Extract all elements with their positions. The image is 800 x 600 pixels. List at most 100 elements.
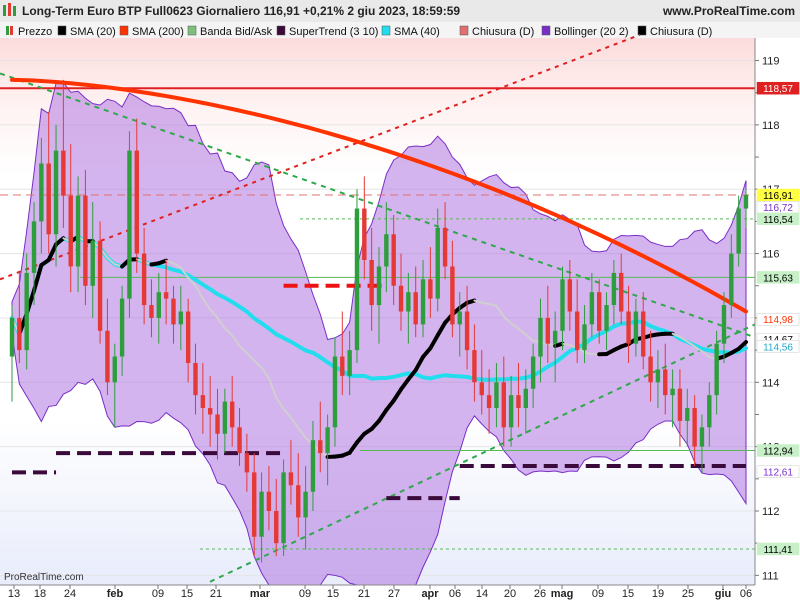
- candle: [127, 131, 132, 318]
- sma-20-segment: [156, 258, 169, 266]
- x-tick-label: apr: [421, 588, 439, 600]
- candle-body: [31, 221, 37, 273]
- candle-body: [163, 292, 169, 299]
- candle-body: [530, 356, 536, 389]
- candle-body: [663, 369, 668, 396]
- price-tag-label: 118,57: [763, 84, 793, 95]
- legend-label: SuperTrend (3 10): [289, 26, 378, 38]
- candle-body: [156, 292, 162, 318]
- band-icon: [187, 25, 197, 36]
- candle-body: [472, 350, 477, 383]
- candle-body: [508, 395, 514, 428]
- candle-body: [670, 388, 675, 396]
- line-icon: [381, 25, 391, 36]
- legend: Prezzo SMA (20) SMA (200) Banda Bid/Ask Supe…: [6, 25, 712, 38]
- x-tick-label: 26: [534, 588, 546, 600]
- candle-body: [24, 272, 29, 351]
- candle-body: [589, 292, 595, 325]
- legend-item: Banda Bid/Ask: [187, 25, 273, 38]
- price-tag: 114,98: [756, 312, 800, 326]
- price-tag: 118,57: [756, 81, 800, 95]
- legend-label: Chiusura (D): [650, 26, 712, 38]
- candle-body: [736, 208, 741, 254]
- legend-label: Bollinger (20 2): [554, 26, 629, 38]
- y-tick-label: 119: [762, 56, 780, 68]
- candle-body: [259, 491, 264, 537]
- legend-item: Chiusura (D): [637, 25, 712, 38]
- candle-body: [369, 260, 374, 306]
- candle-body: [633, 311, 639, 344]
- price-tag: 116,91: [756, 188, 800, 202]
- price-tag-label: 116,91: [763, 191, 793, 202]
- candle-body: [516, 395, 521, 409]
- sma-20-segment: [465, 298, 477, 305]
- x-tick-label: 06: [740, 588, 752, 600]
- candle-body: [61, 150, 66, 196]
- price-tag-label: 115,63: [763, 273, 793, 284]
- y-tick-label: 118: [762, 120, 780, 132]
- candle-body: [347, 350, 352, 376]
- x-tick-label: 18: [34, 588, 46, 600]
- line-icon: [57, 25, 67, 36]
- candle-body: [310, 440, 316, 492]
- legend-item: SuperTrend (3 10): [276, 25, 378, 38]
- chart-canvas[interactable]: Long-Term Euro BTP Full0623 Giornaliero …: [0, 0, 800, 600]
- candle-body: [83, 195, 88, 286]
- candle-body: [655, 369, 661, 383]
- candle-body: [641, 311, 646, 357]
- candle-body: [134, 150, 139, 254]
- candle-body: [200, 395, 206, 409]
- candle-body: [743, 195, 749, 209]
- price-tag: 116,54: [756, 212, 800, 226]
- candle-icon: [6, 26, 9, 35]
- candle-body: [215, 414, 220, 434]
- candle-body: [494, 382, 499, 409]
- candle-body: [68, 195, 73, 267]
- candle-body: [193, 362, 198, 396]
- y-tick-label: 111: [762, 570, 779, 582]
- candle-body: [274, 510, 279, 544]
- candle-body: [619, 272, 624, 312]
- candle-body: [97, 240, 103, 331]
- candle-body: [486, 395, 492, 409]
- candle-body: [171, 298, 176, 325]
- price-tag-label: 112,94: [763, 447, 793, 458]
- x-tick-label: 09: [299, 588, 311, 600]
- band-icon: [541, 25, 551, 36]
- line-icon: [119, 25, 129, 36]
- candle-body: [39, 163, 44, 222]
- candle-body: [428, 279, 433, 299]
- candle-body: [332, 356, 338, 428]
- candle-body: [376, 266, 382, 306]
- price-tag-label: 111,41: [763, 545, 793, 556]
- legend-label: SMA (40): [394, 26, 440, 38]
- y-tick-label: 114: [762, 377, 780, 389]
- candle-body: [127, 150, 132, 299]
- candle-body: [229, 401, 235, 428]
- candle-body: [398, 285, 404, 312]
- candle-body: [479, 382, 484, 396]
- candle-body: [362, 208, 367, 261]
- x-tick-label: 19: [652, 588, 664, 600]
- candle-body: [178, 311, 184, 325]
- candle-body: [17, 317, 22, 351]
- candle-body: [207, 408, 213, 415]
- price-tag: 112,94: [756, 444, 800, 458]
- x-tick-label: 15: [622, 588, 634, 600]
- candle-body: [545, 317, 551, 344]
- candle-body: [560, 279, 565, 331]
- candle-body: [90, 240, 95, 286]
- x-tick-label: 21: [358, 588, 370, 600]
- x-tick-label: mar: [250, 588, 271, 600]
- candle-body: [391, 234, 396, 286]
- legend-item: Bollinger (20 2): [541, 25, 629, 38]
- candle-body: [457, 311, 462, 325]
- chart-title: Long-Term Euro BTP Full0623 Giornaliero …: [22, 4, 460, 18]
- candle-body: [685, 408, 690, 421]
- candle-body: [244, 453, 250, 473]
- candle-body: [538, 317, 543, 357]
- brand-url[interactable]: www.ProRealTime.com: [662, 4, 795, 18]
- x-tick-label: 21: [210, 588, 222, 600]
- candle-body: [281, 472, 286, 544]
- price-tag-label: 112,61: [763, 468, 793, 479]
